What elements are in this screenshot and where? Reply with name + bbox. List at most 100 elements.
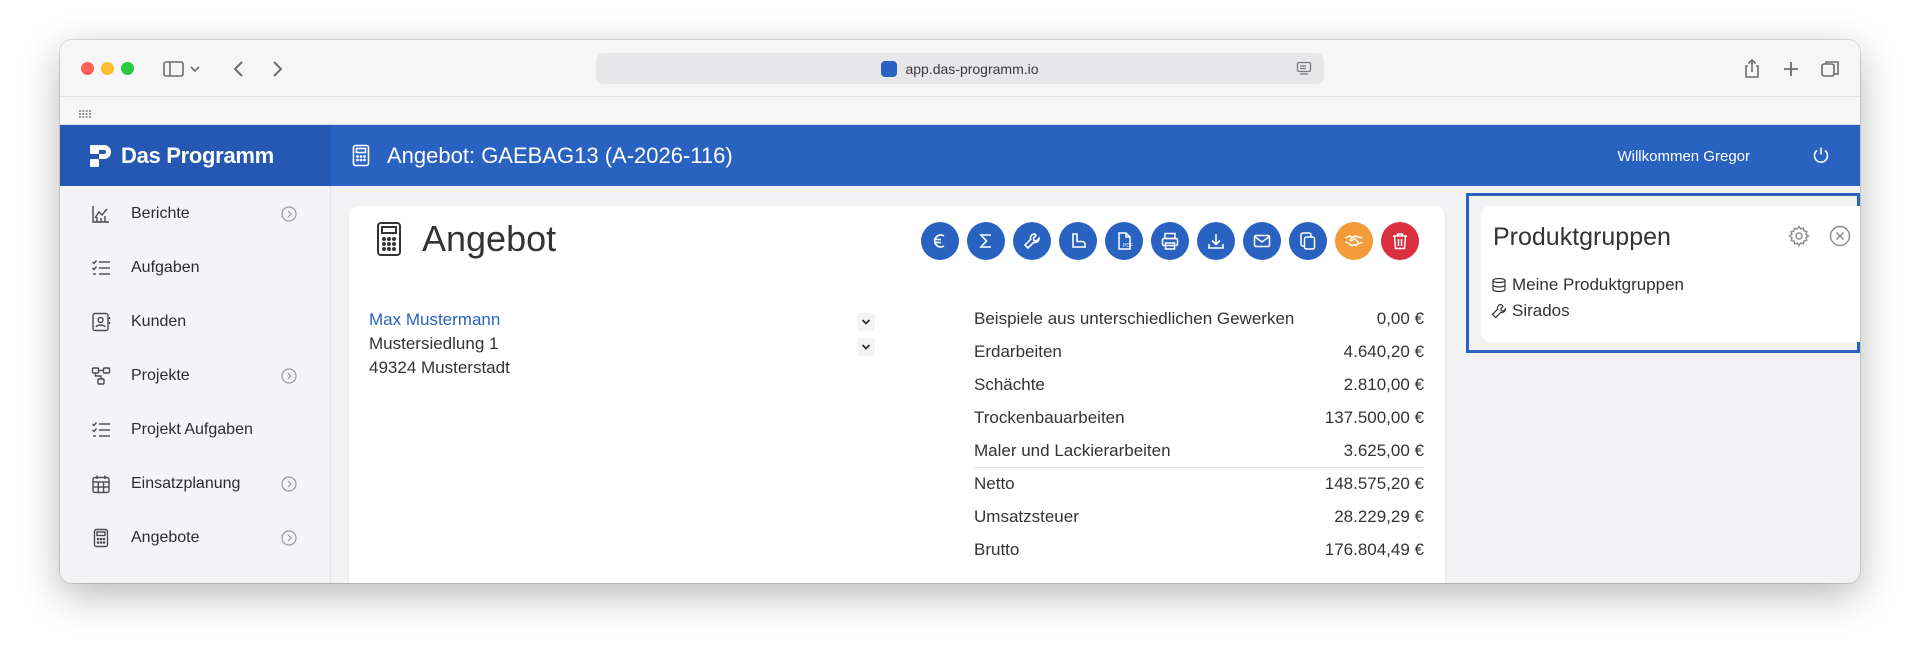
- forward-icon[interactable]: [264, 56, 290, 82]
- close-window-button[interactable]: [81, 62, 94, 75]
- chevron-down-icon[interactable]: [188, 56, 202, 82]
- product-group-label: Meine Produktgruppen: [1512, 275, 1685, 294]
- summary-table: Beispiele aus unterschiedlichen Gewerken…: [974, 302, 1424, 566]
- product-group-label: Sirados: [1512, 301, 1570, 320]
- sidebar-item-projekte[interactable]: Projekte: [60, 349, 330, 403]
- summary-row: Maler und Lackierarbeiten 3.625,00 €: [974, 434, 1424, 467]
- sidebar-item-label: Berichte: [131, 205, 190, 222]
- offer-card: Angebot PDF Max Mustermann Mustersiedlun…: [349, 206, 1445, 583]
- tab-overview-icon[interactable]: [1817, 56, 1843, 82]
- total-row-netto: Netto 148.575,20 €: [974, 467, 1424, 500]
- total-label: Umsatzsteuer: [974, 506, 1079, 526]
- copy-button[interactable]: [1289, 222, 1327, 260]
- close-icon[interactable]: [1829, 225, 1851, 247]
- calendar-icon: [91, 474, 111, 494]
- welcome-text: Willkommen Gregor: [1617, 148, 1750, 165]
- sidebar-item-einsatzplanung[interactable]: Einsatzplanung: [60, 457, 330, 511]
- sidebar: Berichte Aufgaben Kunden Projekte Projek…: [60, 186, 331, 583]
- sigma-icon: [979, 234, 991, 248]
- trash-icon: [1393, 233, 1407, 250]
- total-value: 148.575,20 €: [1324, 474, 1424, 493]
- chevron-right-circle-icon[interactable]: [281, 476, 297, 492]
- total-row-umsatzsteuer: Umsatzsteuer 28.229,29 €: [974, 500, 1424, 533]
- chevron-right-circle-icon[interactable]: [281, 206, 297, 222]
- email-button[interactable]: [1243, 222, 1281, 260]
- bookmarks-bar: [60, 96, 1860, 125]
- mail-icon: [1253, 234, 1271, 248]
- sidebar-item-partial[interactable]: [60, 565, 330, 583]
- calculator-icon: [91, 528, 111, 548]
- checklist-icon: [91, 420, 111, 440]
- sidebar-item-label: Kunden: [131, 313, 187, 330]
- summary-value: 2.810,00 €: [1343, 374, 1424, 394]
- chevron-down-icon: [861, 344, 871, 350]
- svg-text:PDF: PDF: [1123, 243, 1133, 249]
- download-button[interactable]: [1197, 222, 1235, 260]
- sidebar-item-kunden[interactable]: Kunden: [60, 295, 330, 349]
- hierarchy-icon: [91, 366, 111, 386]
- total-label: Netto: [974, 474, 1015, 493]
- summary-row: Erdarbeiten 4.640,20 €: [974, 335, 1424, 368]
- brand[interactable]: Das Programm: [60, 125, 331, 186]
- sidebar-item-aufgaben[interactable]: Aufgaben: [60, 241, 330, 295]
- summary-row: Schächte 2.810,00 €: [974, 368, 1424, 401]
- chevron-down-icon: [861, 319, 871, 325]
- main-content: Angebot PDF Max Mustermann Mustersiedlun…: [331, 186, 1472, 583]
- browser-titlebar: app.das-programm.io: [60, 40, 1860, 96]
- summary-label: Erdarbeiten: [974, 341, 1062, 361]
- address-bar[interactable]: app.das-programm.io: [596, 53, 1324, 84]
- summary-value: 137.500,00 €: [1324, 407, 1424, 427]
- apps-grid-icon[interactable]: [78, 106, 92, 118]
- browser-window: app.das-programm.io Das Programm Angebot…: [60, 40, 1860, 583]
- reader-mode-icon[interactable]: [1296, 61, 1312, 76]
- summary-value: 4.640,20 €: [1343, 341, 1424, 361]
- chevron-right-circle-icon[interactable]: [281, 530, 297, 546]
- product-group-item[interactable]: Meine Produktgruppen: [1491, 275, 1684, 295]
- share-icon[interactable]: [1739, 56, 1765, 82]
- card-title: Angebot: [422, 218, 557, 259]
- euro-button[interactable]: [921, 222, 959, 260]
- boot-button[interactable]: [1059, 222, 1097, 260]
- product-group-item[interactable]: Sirados: [1491, 301, 1570, 321]
- delete-button[interactable]: [1381, 222, 1419, 260]
- partial-nav-icon: [91, 582, 111, 583]
- sidebar-item-berichte[interactable]: Berichte: [60, 187, 330, 241]
- logout-power-icon[interactable]: [1812, 146, 1830, 164]
- product-groups-card: Produktgruppen Meine Produktgruppen Sira…: [1481, 206, 1860, 342]
- back-icon[interactable]: [226, 56, 252, 82]
- url-text: app.das-programm.io: [905, 60, 1039, 77]
- sidebar-item-label: Einsatzplanung: [131, 475, 241, 492]
- calculator-icon: [352, 144, 370, 167]
- minimize-window-button[interactable]: [101, 62, 114, 75]
- address-dropdown-button[interactable]: [857, 338, 875, 356]
- sum-button[interactable]: [967, 222, 1005, 260]
- wrench-icon: [1023, 233, 1040, 250]
- sidebar-item-angebote[interactable]: Angebote: [60, 511, 330, 565]
- total-row-brutto: Brutto 176.804,49 €: [974, 533, 1424, 566]
- total-label: Brutto: [974, 539, 1020, 559]
- sidebar-toggle-icon[interactable]: [161, 56, 187, 82]
- tools-button[interactable]: [1013, 222, 1051, 260]
- page-title: Angebot: GAEBAG13 (A-2026-116): [387, 143, 733, 168]
- pdf-button[interactable]: PDF: [1105, 222, 1143, 260]
- sidebar-item-projekt-aufgaben[interactable]: Projekt Aufgaben: [60, 403, 330, 457]
- summary-value: 0,00 €: [1376, 308, 1424, 328]
- print-button[interactable]: [1151, 222, 1189, 260]
- sidebar-item-label: Angebote: [131, 529, 200, 546]
- gear-icon[interactable]: [1787, 224, 1811, 248]
- product-groups-panel: Produktgruppen Meine Produktgruppen Sira…: [1466, 193, 1860, 353]
- pdf-icon: PDF: [1118, 232, 1133, 250]
- chevron-right-circle-icon[interactable]: [281, 368, 297, 384]
- new-tab-icon[interactable]: [1778, 56, 1804, 82]
- customer-dropdown-button[interactable]: [857, 313, 875, 331]
- printer-icon: [1161, 232, 1179, 250]
- customer-name-link[interactable]: Max Mustermann: [369, 310, 500, 330]
- accept-deal-button[interactable]: [1335, 222, 1373, 260]
- boot-icon: [1072, 233, 1086, 248]
- sidebar-item-label: Aufgaben: [131, 259, 200, 276]
- copy-icon: [1300, 232, 1316, 250]
- total-value: 176.804,49 €: [1324, 539, 1424, 559]
- zoom-window-button[interactable]: [121, 62, 134, 75]
- contact-card-icon: [91, 312, 111, 332]
- summary-label: Trockenbauarbeiten: [974, 407, 1125, 427]
